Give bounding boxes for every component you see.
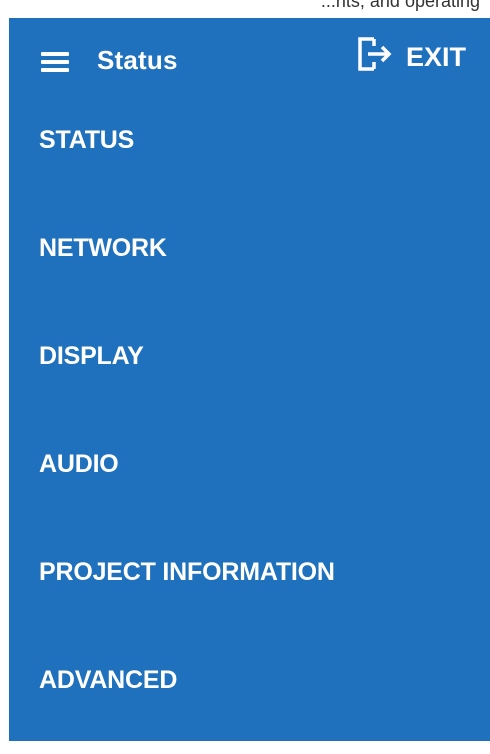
exit-icon [358,37,392,71]
menu-item-project-information[interactable]: PROJECT INFORMATION [9,538,490,646]
drawer-header: Status EXIT [9,18,490,106]
menu-item-audio[interactable]: AUDIO [9,430,490,538]
menu-item-label: PROJECT INFORMATION [39,558,335,586]
drawer-menu: STATUS NETWORK DISPLAY AUDIO PROJECT INF… [9,106,490,754]
hamburger-icon[interactable] [41,51,69,73]
background-page-text-strip: ...nts, and operating [0,0,490,18]
menu-item-label: AUDIO [39,450,119,478]
navigation-drawer: Status EXIT STATUS NETWORK DISPLAY AUDIO [9,18,490,741]
menu-item-label: DISPLAY [39,342,144,370]
menu-item-label: ADVANCED [39,666,178,694]
exit-button[interactable]: EXIT [356,34,466,74]
drawer-title: Status [97,45,178,75]
exit-label: EXIT [406,41,467,72]
menu-item-status[interactable]: STATUS [9,106,490,214]
background-page-text: ...nts, and operating [320,0,480,11]
menu-item-display[interactable]: DISPLAY [9,322,490,430]
menu-item-label: NETWORK [39,234,167,262]
menu-item-label: STATUS [39,126,135,154]
menu-item-advanced[interactable]: ADVANCED [9,646,490,754]
menu-item-network[interactable]: NETWORK [9,214,490,322]
